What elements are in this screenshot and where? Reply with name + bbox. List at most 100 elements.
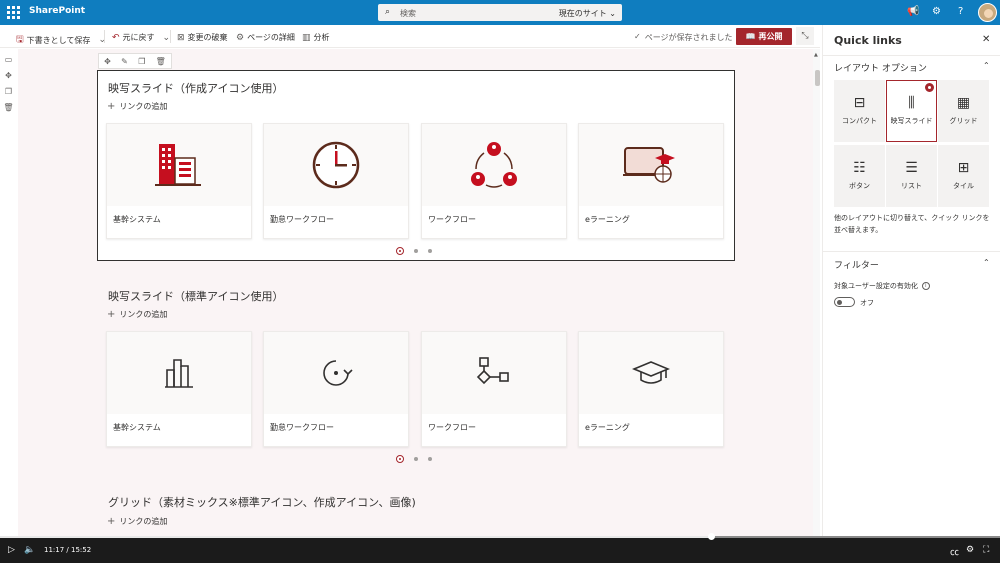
discard-label: 変更の破棄: [187, 33, 228, 42]
republish-label: 再公開: [758, 32, 783, 41]
quick-link-card[interactable]: eラーニング: [578, 331, 724, 447]
add-link-button[interactable]: + リンクの追加: [107, 101, 167, 112]
selected-radio-icon: [925, 83, 934, 92]
building-icon: [107, 124, 251, 206]
volume-icon[interactable]: 🔈: [24, 545, 35, 555]
undo-label: 元に戻す: [122, 33, 155, 42]
search-scope-dropdown[interactable]: 現在のサイト ⌄: [559, 8, 616, 19]
avatar[interactable]: [978, 3, 997, 22]
app-launcher-icon[interactable]: [7, 6, 20, 19]
add-link-button[interactable]: + リンクの追加: [107, 309, 167, 320]
property-pane: Quick links ✕ レイアウト オプション ⌃ ⊟ コンパクト ⫼ 映写…: [822, 25, 1000, 537]
city-icon: [107, 332, 251, 414]
chevron-up-icon[interactable]: ⌃: [983, 258, 990, 267]
list-layout-icon: ☰: [905, 160, 918, 176]
suite-bar: SharePoint ⌕ 検索 現在のサイト ⌄ 📢 ⚙ ?: [0, 0, 1000, 25]
scroll-up-icon[interactable]: ▲: [814, 52, 818, 58]
progress-fill: [0, 536, 711, 538]
page-details-button[interactable]: ⚙ ページの詳細: [236, 32, 295, 43]
quick-link-card[interactable]: eラーニング: [578, 123, 724, 239]
settings-icon[interactable]: ⚙: [966, 545, 974, 555]
audience-targeting-text: 対象ユーザー設定の有効化: [834, 282, 918, 290]
compact-layout-icon: ⊟: [853, 95, 866, 111]
add-link-label: リンクの追加: [119, 310, 168, 319]
card-label: eラーニング: [585, 423, 630, 432]
button-layout-icon: ☷: [853, 160, 866, 176]
section-title[interactable]: 映写スライド（標準アイコン使用）: [108, 288, 283, 304]
scrollbar-thumb[interactable]: [815, 70, 820, 86]
page-details-label: ページの詳細: [247, 33, 295, 42]
layout-option-filmstrip[interactable]: ⫼ 映写スライド: [886, 80, 937, 142]
quick-link-card[interactable]: ワークフロー: [421, 123, 567, 239]
play-icon[interactable]: ▷: [8, 545, 15, 555]
carousel-dot[interactable]: [396, 247, 404, 255]
carousel-dot[interactable]: [414, 249, 418, 253]
close-icon[interactable]: ✕: [982, 34, 990, 45]
layout-description: 他のレイアウトに切り替えて、クイック リンクを並べ替えます。: [834, 214, 990, 234]
analytics-button[interactable]: ▥ 分析: [302, 32, 330, 43]
info-icon[interactable]: i: [921, 282, 930, 290]
carousel-dot[interactable]: [428, 249, 432, 253]
search-input[interactable]: ⌕ 検索 現在のサイト ⌄: [378, 4, 622, 21]
layout-option-grid[interactable]: ▦ グリッド: [938, 80, 989, 142]
time-separator: /: [66, 546, 69, 554]
grid-layout-icon: ▦: [956, 95, 971, 111]
layout-option-label: タイル: [953, 182, 974, 190]
megaphone-icon[interactable]: 📢: [907, 6, 919, 17]
check-icon: ✓: [634, 32, 641, 41]
layout-option-list[interactable]: ☰ リスト: [886, 145, 937, 207]
duplicate-icon[interactable]: ❐: [138, 57, 145, 66]
playback-time: 11:17 / 15:52: [44, 546, 91, 554]
panel-title: Quick links: [834, 34, 902, 47]
duplicate-icon[interactable]: ❐: [3, 86, 14, 97]
search-icon: ⌕: [385, 7, 391, 17]
move-icon[interactable]: ✥: [104, 57, 111, 66]
fullscreen-icon[interactable]: ⛶: [983, 545, 989, 555]
chevron-down-icon[interactable]: ⌄: [163, 33, 171, 43]
discard-button[interactable]: ⊠ 変更の破棄: [177, 32, 228, 43]
add-link-label: リンクの追加: [119, 517, 168, 526]
app-name[interactable]: SharePoint: [29, 6, 85, 16]
comment-icon[interactable]: ▭: [3, 54, 14, 65]
section-title[interactable]: 映写スライド（作成アイコン使用）: [108, 80, 283, 96]
quick-link-card[interactable]: ワークフロー: [421, 331, 567, 447]
undo-button[interactable]: ↶ 元に戻す ⌄: [112, 32, 170, 43]
trash-icon[interactable]: 🗑: [156, 57, 166, 66]
add-link-button[interactable]: + リンクの追加: [107, 516, 167, 527]
layout-options-heading[interactable]: レイアウト オプション: [834, 61, 927, 74]
card-label: 勤怠ワークフロー: [270, 215, 334, 224]
audience-targeting-toggle[interactable]: [834, 297, 855, 307]
collapse-panel-button[interactable]: ⤡: [796, 27, 814, 45]
help-icon[interactable]: ?: [958, 6, 963, 17]
quick-link-card[interactable]: 基幹システム: [106, 331, 252, 447]
carousel-dot[interactable]: [428, 457, 432, 461]
layout-option-button[interactable]: ☷ ボタン: [834, 145, 885, 207]
trash-icon[interactable]: 🗑: [3, 102, 14, 113]
card-label: eラーニング: [585, 215, 630, 224]
toggle-state-label: オフ: [860, 299, 874, 307]
filter-heading[interactable]: フィルター: [834, 258, 879, 271]
gear-icon[interactable]: ⚙: [932, 6, 941, 17]
edit-icon[interactable]: ✎: [121, 57, 128, 66]
quick-link-card[interactable]: 基幹システム: [106, 123, 252, 239]
republish-button[interactable]: 📖 再公開: [736, 28, 792, 45]
carousel-dot[interactable]: [396, 455, 404, 463]
move-icon[interactable]: ✥: [3, 70, 14, 81]
section-title[interactable]: グリッド（素材ミックス※標準アイコン、作成アイコン、画像): [108, 494, 416, 510]
save-draft-button[interactable]: 🖫 下書きとして保存 ⌄: [16, 32, 106, 48]
layout-option-label: ボタン: [849, 182, 870, 190]
save-draft-label: 下書きとして保存: [26, 35, 91, 45]
captions-icon[interactable]: ㏄: [950, 545, 959, 558]
layout-option-tile[interactable]: ⊞ タイル: [938, 145, 989, 207]
layout-option-compact[interactable]: ⊟ コンパクト: [834, 80, 885, 142]
carousel-dot[interactable]: [414, 457, 418, 461]
chevron-up-icon[interactable]: ⌃: [983, 61, 990, 70]
progress-handle[interactable]: [708, 533, 715, 540]
quick-link-card[interactable]: 勤怠ワークフロー: [263, 123, 409, 239]
search-scope-label: 現在のサイト: [558, 9, 607, 18]
layout-option-label: グリッド: [949, 117, 978, 125]
quick-link-card[interactable]: 勤怠ワークフロー: [263, 331, 409, 447]
add-link-label: リンクの追加: [119, 102, 168, 111]
scrollbar[interactable]: [813, 49, 820, 537]
card-label: ワークフロー: [428, 423, 476, 432]
